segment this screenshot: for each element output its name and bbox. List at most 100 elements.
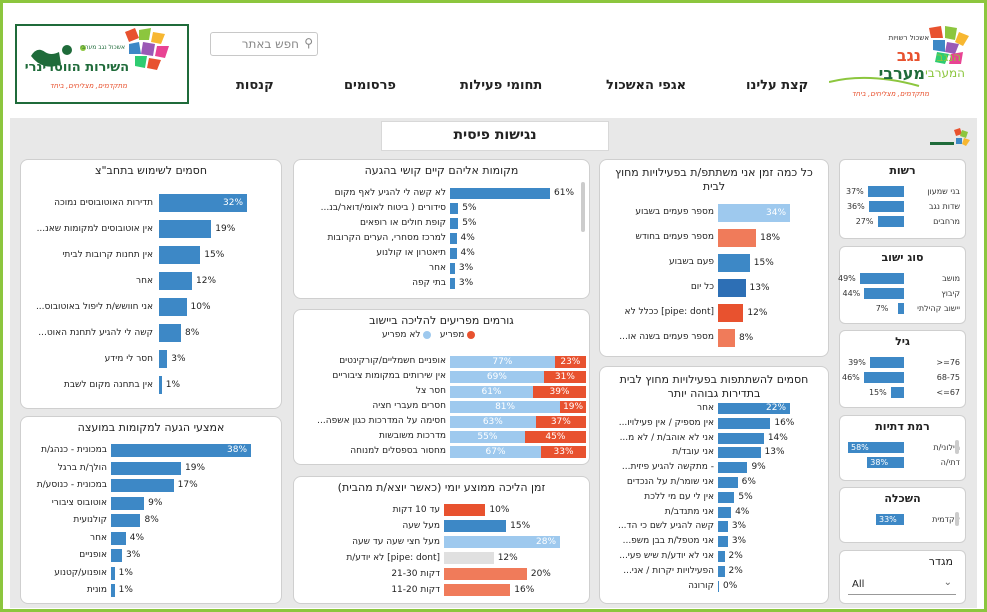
- bar[interactable]: [111, 461, 181, 475]
- bar[interactable]: [718, 254, 750, 272]
- bar[interactable]: [450, 278, 455, 289]
- bar-label: אין מספיק / אין פעילויו...: [618, 417, 714, 428]
- scrollbar[interactable]: [955, 440, 959, 454]
- bar-label: אחר: [429, 263, 446, 273]
- filter-option-bar[interactable]: [868, 186, 904, 197]
- bar[interactable]: [111, 496, 145, 510]
- bar[interactable]: [718, 462, 748, 474]
- legend: מפריע לא מפריע: [382, 330, 476, 340]
- filter-option-label[interactable]: בני שמעון: [906, 187, 960, 196]
- nav-cluster-departments[interactable]: אגפי האשכול: [606, 78, 686, 93]
- scrollbar[interactable]: [955, 512, 959, 526]
- filter-option-bar[interactable]: [864, 288, 904, 299]
- filter-option-bar[interactable]: [890, 387, 904, 398]
- card-title: חסמים להשתתפות בפעילויות מחוץ לבית בתדיר…: [619, 373, 809, 400]
- bar[interactable]: [444, 552, 494, 564]
- bar[interactable]: [450, 218, 459, 229]
- bar[interactable]: [718, 521, 728, 533]
- bar[interactable]: [159, 376, 162, 394]
- bar[interactable]: [718, 536, 728, 548]
- filter-option-value: 46%: [842, 373, 860, 382]
- bar[interactable]: [450, 263, 455, 274]
- filter-option-label[interactable]: דתי/ה: [906, 458, 960, 467]
- bar[interactable]: [718, 580, 719, 592]
- bar[interactable]: [718, 329, 735, 347]
- bar[interactable]: [450, 203, 459, 214]
- bar[interactable]: [159, 298, 187, 316]
- filter-option-bar[interactable]: [870, 357, 904, 368]
- filter-option-bar[interactable]: [877, 216, 904, 227]
- filter-option-bar[interactable]: [864, 372, 904, 383]
- search-input[interactable]: ⚲ חפש באתר: [210, 32, 318, 56]
- bar[interactable]: [111, 566, 115, 580]
- bar[interactable]: [444, 568, 527, 580]
- bar[interactable]: [159, 220, 212, 238]
- bar-label: מספר פעמים בשבוע: [635, 207, 714, 217]
- cluster-logo-tagline: מתקדמים, מצליחים, ביחד: [851, 90, 929, 98]
- bar[interactable]: [718, 304, 744, 322]
- vet-logo-line1: אשכול נגב מערבי: [80, 44, 125, 51]
- bar-value: 1%: [165, 380, 181, 390]
- bar-label: סידורים ( ביטוח לאומי/דואר/בנ...: [320, 203, 446, 213]
- bar[interactable]: [718, 432, 764, 444]
- filter-option-label[interactable]: חילוני/ת: [906, 443, 960, 452]
- bar[interactable]: [111, 531, 126, 545]
- bar-value: 15%: [753, 258, 774, 268]
- bar-label: מספר פעמים בשנה או...: [619, 332, 714, 342]
- vet-service-logo[interactable]: אשכול נגב מערבי השירות הווטרינרי מתקדמים…: [15, 24, 189, 104]
- filter-option-label[interactable]: 67=>: [906, 388, 960, 397]
- bar[interactable]: [111, 514, 141, 527]
- bar[interactable]: [718, 491, 735, 503]
- bar[interactable]: [718, 551, 725, 562]
- bar[interactable]: [159, 350, 168, 368]
- bar[interactable]: [159, 246, 201, 264]
- bar[interactable]: [718, 477, 738, 488]
- nav-publications[interactable]: פרסומים: [344, 78, 396, 93]
- bar-value: 12%: [196, 276, 217, 286]
- bar-value: 61%: [554, 188, 575, 198]
- bar-value: 5%: [462, 218, 477, 228]
- bar[interactable]: [718, 506, 732, 518]
- nav-fines[interactable]: קנסות: [236, 78, 274, 93]
- cluster-logo[interactable]: אשכול רשויות נגב מערבי הנגב המערבי מתקדמ…: [828, 24, 969, 104]
- filter-option-bar[interactable]: [868, 201, 904, 212]
- bar-label: במכונית - כנהג/ת: [41, 445, 107, 455]
- bar[interactable]: [718, 417, 771, 429]
- bar[interactable]: [718, 565, 725, 577]
- bar-label: אני שומר/ת על הנכדים: [626, 477, 714, 487]
- bar[interactable]: [718, 279, 746, 297]
- filter-option-label[interactable]: אקדמית: [906, 515, 960, 524]
- bar[interactable]: [159, 324, 181, 342]
- bar-value-disturbing: 37%: [550, 417, 571, 427]
- bar[interactable]: [450, 233, 457, 244]
- bar[interactable]: [718, 447, 761, 459]
- filter-option-label[interactable]: מושב: [906, 274, 960, 283]
- filter-option-label[interactable]: שדות נגב: [906, 202, 960, 211]
- gender-select[interactable]: All ⌄: [848, 577, 956, 595]
- bar-value: 9%: [148, 497, 163, 508]
- filter-option-label[interactable]: 68-75: [906, 373, 960, 382]
- bar[interactable]: [111, 549, 123, 562]
- bar-label: אין לי עם מי ללכת: [644, 491, 714, 502]
- filter-option-label[interactable]: יישוב קהילתי: [906, 304, 960, 313]
- bar[interactable]: [444, 520, 507, 532]
- bar[interactable]: [450, 248, 457, 259]
- bar[interactable]: [111, 584, 115, 597]
- filter-option-label[interactable]: 76=<: [906, 358, 960, 367]
- bar[interactable]: [444, 584, 511, 596]
- filter-option-label[interactable]: מרחבים: [906, 217, 960, 226]
- bar[interactable]: [450, 188, 550, 199]
- bar[interactable]: [718, 229, 757, 247]
- scrollbar[interactable]: [581, 182, 585, 232]
- filter-settlement-type: סוג ישוב מושב 49% קיבוץ 44% יישוב קהילתי 7%: [838, 246, 966, 324]
- filter-option-bar[interactable]: [897, 303, 904, 314]
- bar-label: דקות 11-20: [391, 585, 440, 595]
- nav-activity-areas[interactable]: תחומי פעילות: [460, 78, 542, 93]
- bar[interactable]: [159, 272, 192, 290]
- card-title: כל כמה זמן אני משתתפ/ת בפעילויות מחוץ לב…: [615, 166, 813, 193]
- filter-option-label[interactable]: קיבוץ: [906, 289, 960, 298]
- filter-option-bar[interactable]: [860, 273, 904, 284]
- bar[interactable]: [111, 479, 174, 492]
- nav-about-us[interactable]: קצת עלינו: [746, 78, 808, 93]
- bar[interactable]: [444, 504, 486, 516]
